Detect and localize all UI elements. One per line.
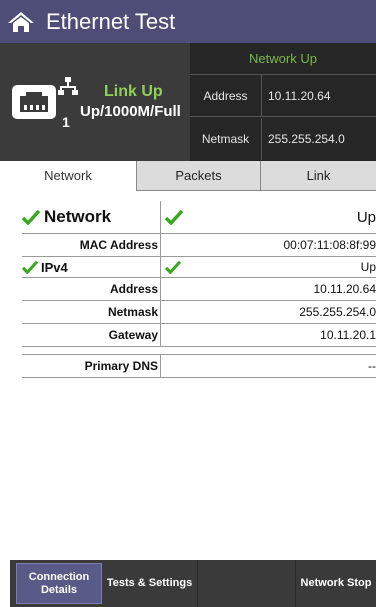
netmask-row: Netmask 255.255.254.0	[190, 118, 376, 160]
ethernet-port-icon	[12, 85, 56, 119]
network-label-cell: Network	[22, 201, 161, 233]
checkmark-icon	[22, 209, 40, 225]
title-bar: Ethernet Test	[0, 0, 376, 43]
link-speed: Up/1000M/Full	[80, 103, 181, 120]
port-status[interactable]: 1 Link Up Up/1000M/Full	[0, 43, 190, 161]
ipv4-label: IPv4	[41, 259, 68, 275]
address-row: Address 10.11.20.64	[190, 75, 376, 117]
network-panel: Network Up Address 10.11.20.64 Netmask 2…	[190, 43, 376, 161]
table-row: Network Up	[22, 201, 376, 234]
table-row: IPv4 Up	[22, 257, 376, 278]
network-label: Network	[44, 207, 112, 226]
network-value-cell: Up	[161, 201, 376, 233]
gateway-value: 10.11.20.1	[320, 328, 376, 342]
bottom-bar: Connection Details Tests & Settings Netw…	[10, 560, 376, 607]
table-row: Gateway 10.11.20.1	[22, 324, 376, 347]
network-stop-button[interactable]: Network Stop	[296, 560, 376, 607]
address-value: 10.11.20.64	[268, 88, 331, 103]
network-value: Up	[356, 208, 376, 226]
mac-label: MAC Address	[22, 234, 161, 256]
dns-value: --	[368, 359, 376, 373]
tab-packets[interactable]: Packets	[137, 161, 261, 191]
address-value: 10.11.20.64	[313, 282, 376, 296]
address-label: Address	[22, 278, 161, 300]
status-panel: 1 Link Up Up/1000M/Full Network Up Addre…	[0, 43, 376, 161]
tab-link[interactable]: Link	[261, 161, 376, 191]
empty-bar-slot	[198, 560, 296, 607]
link-status: Link Up	[104, 83, 163, 100]
network-status: Network Up	[190, 43, 376, 75]
table-row: MAC Address 00:07:11:08:8f:99	[22, 234, 376, 257]
tab-network[interactable]: Network	[0, 161, 137, 191]
netmask-key: Netmask	[190, 118, 262, 160]
network-tree-icon	[58, 77, 78, 95]
connection-details-button[interactable]: Connection Details	[16, 563, 102, 604]
app-title: Ethernet Test	[46, 8, 176, 34]
netmask-value: 255.255.254.0	[268, 132, 345, 146]
dns-label: Primary DNS	[22, 355, 161, 377]
ipv4-label-cell: IPv4	[22, 257, 161, 277]
ipv4-value: Up	[360, 260, 376, 274]
address-key: Address	[190, 75, 262, 116]
home-button[interactable]	[0, 0, 42, 43]
tests-settings-button[interactable]: Tests & Settings	[102, 560, 198, 607]
row-divider	[22, 347, 376, 355]
network-details-table: Network Up MAC Address 00:07:11:08:8f:99…	[22, 201, 376, 378]
table-row: Primary DNS --	[22, 355, 376, 378]
checkmark-icon	[165, 260, 181, 274]
netmask-label: Netmask	[22, 301, 161, 323]
netmask-value: 255.255.254.0	[299, 305, 376, 319]
checkmark-icon	[165, 209, 183, 225]
ipv4-value-cell: Up	[161, 257, 376, 277]
port-number: 1	[62, 114, 70, 130]
mac-value: 00:07:11:08:8f:99	[283, 238, 376, 252]
table-row: Netmask 255.255.254.0	[22, 301, 376, 324]
checkmark-icon	[22, 260, 38, 274]
table-row: Address 10.11.20.64	[22, 278, 376, 301]
home-icon	[8, 11, 34, 32]
tab-bar: Network Packets Link	[0, 161, 376, 191]
gateway-label: Gateway	[22, 324, 161, 346]
